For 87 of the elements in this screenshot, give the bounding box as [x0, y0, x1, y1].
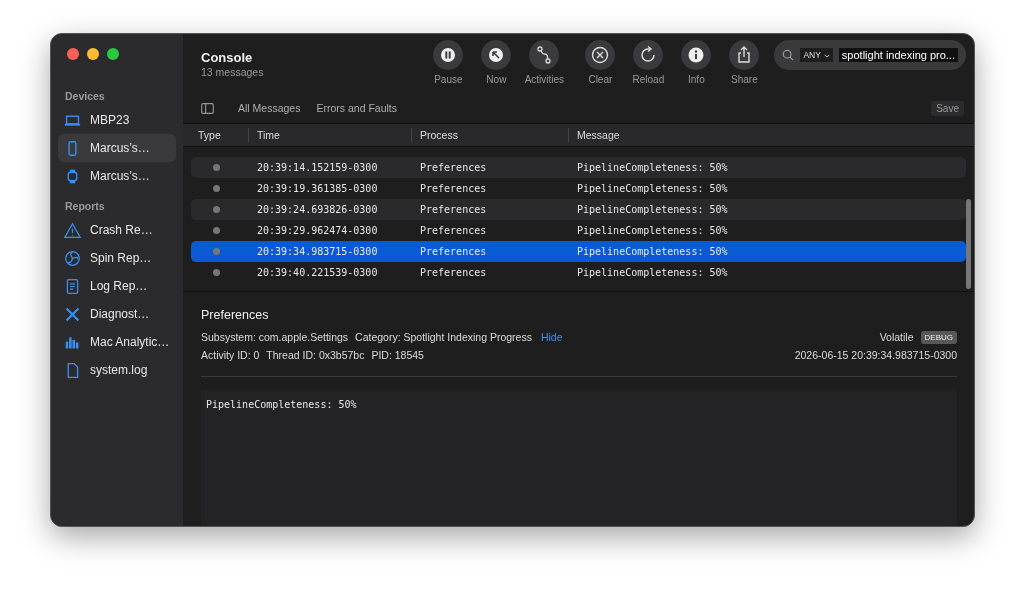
table-cell-text: 20:39:19.361385-0300 — [256, 183, 379, 194]
sidebar-item[interactable]: Log Rep… — [58, 272, 176, 300]
table-cell-text: PipelineCompleteness: 50% — [577, 267, 729, 278]
filter-tab[interactable]: Errors and Faults — [310, 100, 403, 116]
sidebar-item[interactable]: Marcus’s… — [58, 134, 176, 162]
save-button[interactable]: Save — [931, 100, 964, 116]
reload-icon — [633, 40, 664, 70]
type-dot-icon — [213, 248, 220, 255]
warning-icon — [64, 221, 81, 239]
window-title: Console — [201, 50, 254, 65]
volatile-text: Volatile — [879, 331, 914, 343]
toolbar-button[interactable]: Share — [722, 40, 767, 85]
sidebar-toggle-icon[interactable] — [201, 102, 214, 114]
table-cell-text: PipelineCompleteness: 50% — [577, 183, 729, 194]
minimize-button[interactable] — [87, 48, 99, 60]
log-row[interactable]: 20:39:19.361385-0300 Preferences PipelineCompleteness: 50% — [191, 178, 966, 199]
sidebar-item[interactable]: Marcus’s… — [58, 162, 176, 190]
path-icon — [529, 40, 560, 70]
type-dot-icon — [213, 206, 220, 213]
log-row[interactable]: 20:39:29.962474-0300 Preferences PipelineCompleteness: 50% — [191, 220, 966, 241]
toolbar-button[interactable]: Reload — [626, 40, 671, 85]
message-count: 13 messages — [201, 66, 265, 78]
table-cell-text: Preferences — [420, 183, 488, 194]
log-row[interactable]: 20:39:24.693826-0300 Preferences PipelineCompleteness: 50% — [191, 199, 966, 220]
table-cell-text: Preferences — [420, 225, 488, 236]
filter-tab[interactable]: All Messages — [232, 100, 307, 116]
sidebar-item[interactable]: Spin Rep… — [58, 244, 176, 272]
activity-id-text: Activity ID: 0 — [201, 349, 260, 361]
table-cell-text: Preferences — [420, 246, 488, 257]
type-dot-icon — [213, 185, 220, 192]
type-dot-icon — [213, 269, 220, 276]
toolbar-button[interactable]: Activities — [522, 40, 567, 85]
section-heading: Devices — [64, 90, 106, 102]
column-header[interactable]: Process — [411, 128, 568, 142]
toolbar-button[interactable]: Clear — [578, 40, 623, 85]
clear-icon — [585, 40, 616, 70]
table-cell-text: 20:39:29.962474-0300 — [256, 225, 379, 236]
toolbar-button[interactable]: Now — [474, 40, 519, 85]
log-row[interactable]: 20:39:40.221539-0300 Preferences PipelineCompleteness: 50% — [191, 262, 966, 283]
table-cell-text: 20:39:24.693826-0300 — [256, 204, 379, 215]
detail-title: Preferences — [201, 308, 270, 322]
close-button[interactable] — [67, 48, 79, 60]
column-header[interactable]: Time — [248, 128, 411, 142]
column-header[interactable]: Type — [183, 128, 248, 142]
pause-icon — [433, 40, 464, 70]
table-cell-text: 20:39:14.152159-0300 — [256, 162, 379, 173]
chevron-icon — [823, 53, 830, 58]
table-cell-text: 20:39:34.983715-0300 — [256, 246, 379, 257]
section-heading: Reports — [64, 200, 106, 212]
table-cell-text: Preferences — [420, 267, 488, 278]
search-token[interactable]: spotlight indexing pro... — [838, 48, 958, 62]
column-header[interactable]: Message — [568, 128, 974, 142]
scope-dropdown[interactable]: ANY — [800, 48, 833, 62]
category-text: Category: Spotlight Indexing Progress — [355, 331, 532, 343]
thread-id-text: Thread ID: 0x3b57bc — [266, 349, 365, 361]
share-icon — [729, 40, 760, 70]
scrollbar[interactable] — [966, 199, 971, 289]
timestamp-text: 2026-06-15 20:39:34.983715-0300 — [794, 349, 957, 361]
fan-icon — [64, 249, 81, 267]
table-cell-text: Preferences — [420, 204, 488, 215]
sidebar-item[interactable]: MBP23 — [58, 106, 176, 134]
pid-text: PID: 18545 — [371, 349, 424, 361]
level-badge: DEBUG — [920, 330, 957, 344]
log-row[interactable]: 20:39:34.983715-0300 Preferences PipelineCompleteness: 50% — [191, 241, 966, 262]
table-cell-text: PipelineCompleteness: 50% — [577, 246, 729, 257]
table-cell-text: PipelineCompleteness: 50% — [577, 225, 729, 236]
hide-link[interactable]: Hide — [540, 331, 563, 343]
table-cell-text: PipelineCompleteness: 50% — [577, 162, 729, 173]
type-dot-icon — [213, 227, 220, 234]
sidebar-item[interactable]: system.log — [58, 356, 176, 384]
search-icon — [782, 49, 795, 61]
message-text: PipelineCompleteness: 50% — [206, 399, 357, 410]
info-icon — [681, 40, 712, 70]
subsystem-text: Subsystem: com.apple.Settings — [201, 331, 349, 343]
sidebar-item[interactable]: Crash Re… — [58, 216, 176, 244]
table-cell-text: PipelineCompleteness: 50% — [577, 204, 729, 215]
type-dot-icon — [213, 164, 220, 171]
sidebar-item[interactable]: Diagnost… — [58, 300, 176, 328]
search-field[interactable]: ANY spotlight indexing pro... — [774, 40, 966, 70]
toolbar-button[interactable]: Info — [674, 40, 719, 85]
table-cell-text: 20:39:40.221539-0300 — [256, 267, 379, 278]
document-icon — [64, 277, 81, 295]
log-row[interactable]: 20:39:14.152159-0300 Preferences PipelineCompleteness: 50% — [191, 157, 966, 178]
zoom-button[interactable] — [107, 48, 119, 60]
sidebar-item[interactable]: Mac Analytic… — [58, 328, 176, 356]
toolbar-button[interactable]: Pause — [426, 40, 471, 85]
table-cell-text: Preferences — [420, 162, 488, 173]
